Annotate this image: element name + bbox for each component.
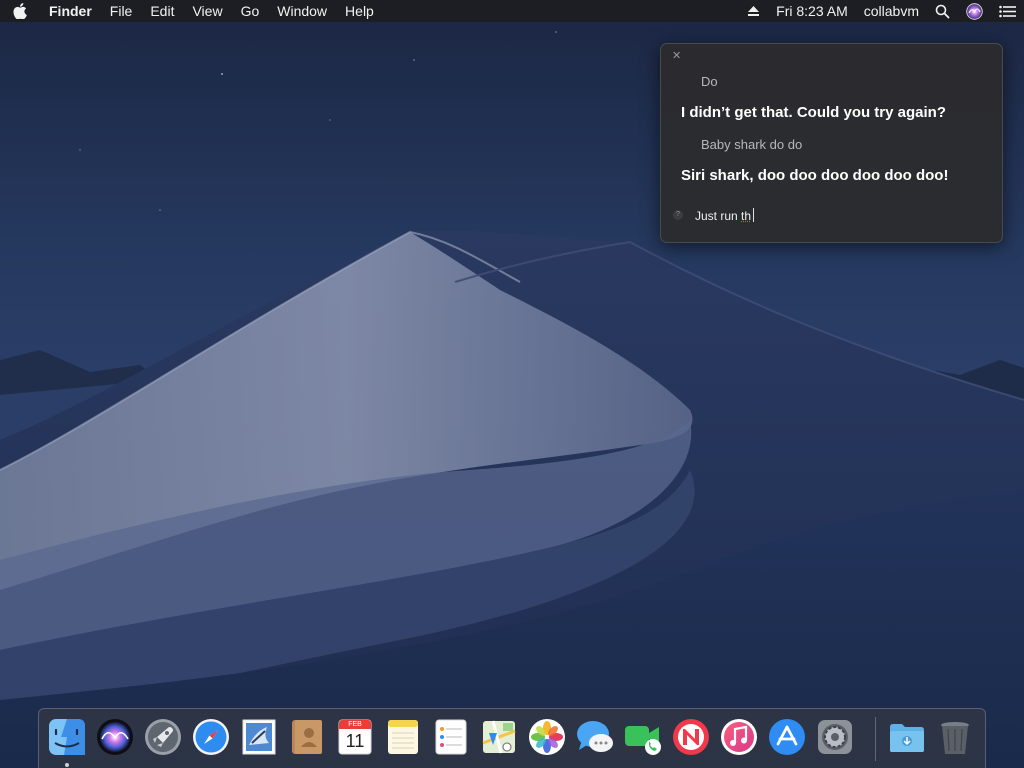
user-utterance: Do [701,74,718,89]
reminders-icon[interactable] [431,717,471,757]
menu-bar: Finder File Edit View Go Window Help Fri… [0,0,1024,22]
siri-response: I didn’t get that. Could you try again? [681,104,946,121]
siri-response: Siri shark, doo doo doo doo doo doo! [681,167,949,184]
map-icon[interactable] [479,717,519,757]
mail-stamp-icon[interactable] [239,717,279,757]
gear-icon[interactable] [815,717,855,757]
menu-bar-left: Finder File Edit View Go Window Help [0,0,383,22]
menu-view[interactable]: View [183,0,231,22]
close-icon[interactable]: ✕ [672,50,684,62]
rocket-icon[interactable] [143,717,183,757]
siri-panel: ✕ Do I didn’t get that. Could you try ag… [660,43,1003,243]
contacts-book-icon[interactable] [287,717,327,757]
apple-logo-icon[interactable] [0,0,40,22]
user-utterance: Baby shark do do [701,137,803,152]
eject-icon[interactable] [739,0,768,22]
siri-text-input[interactable]: Just run th [695,207,755,223]
siri-icon[interactable] [95,717,135,757]
menu-app-name[interactable]: Finder [40,0,101,22]
finder-icon[interactable] [47,717,87,757]
music-note-icon[interactable] [719,717,759,757]
siri-input-misspelled: th [741,208,752,223]
dock: FEB 11 [38,708,986,768]
running-indicator [65,763,69,767]
notes-icon[interactable] [383,717,423,757]
calendar-month: FEB [348,721,362,728]
calendar-day: 11 [345,731,365,751]
menu-file[interactable]: File [101,0,142,22]
video-camera-icon[interactable] [623,717,663,757]
siri-icon[interactable] [958,0,991,22]
downloads-folder-icon[interactable] [887,717,927,757]
calendar-icon[interactable]: FEB 11 [335,717,375,757]
desktop: Finder File Edit View Go Window Help Fri… [0,0,1024,768]
siri-input-row[interactable]: ? Just run th [673,206,755,224]
menu-bar-status: Fri 8:23 AM collabvm [739,0,1024,22]
question-icon[interactable]: ? [673,210,683,220]
news-icon[interactable] [671,717,711,757]
menu-go[interactable]: Go [232,0,269,22]
text-caret [753,207,755,222]
menu-help[interactable]: Help [336,0,383,22]
user-menu[interactable]: collabvm [856,0,927,22]
chat-bubble-icon[interactable] [575,717,615,757]
dock-separator [875,717,876,761]
search-icon[interactable] [927,0,958,22]
trash-icon[interactable] [935,717,975,757]
list-icon[interactable] [991,0,1024,22]
app-store-icon[interactable] [767,717,807,757]
compass-icon[interactable] [191,717,231,757]
menu-window[interactable]: Window [268,0,336,22]
menu-edit[interactable]: Edit [141,0,183,22]
photos-flower-icon[interactable] [527,717,567,757]
clock[interactable]: Fri 8:23 AM [768,0,856,22]
siri-input-text: Just run [695,208,742,223]
